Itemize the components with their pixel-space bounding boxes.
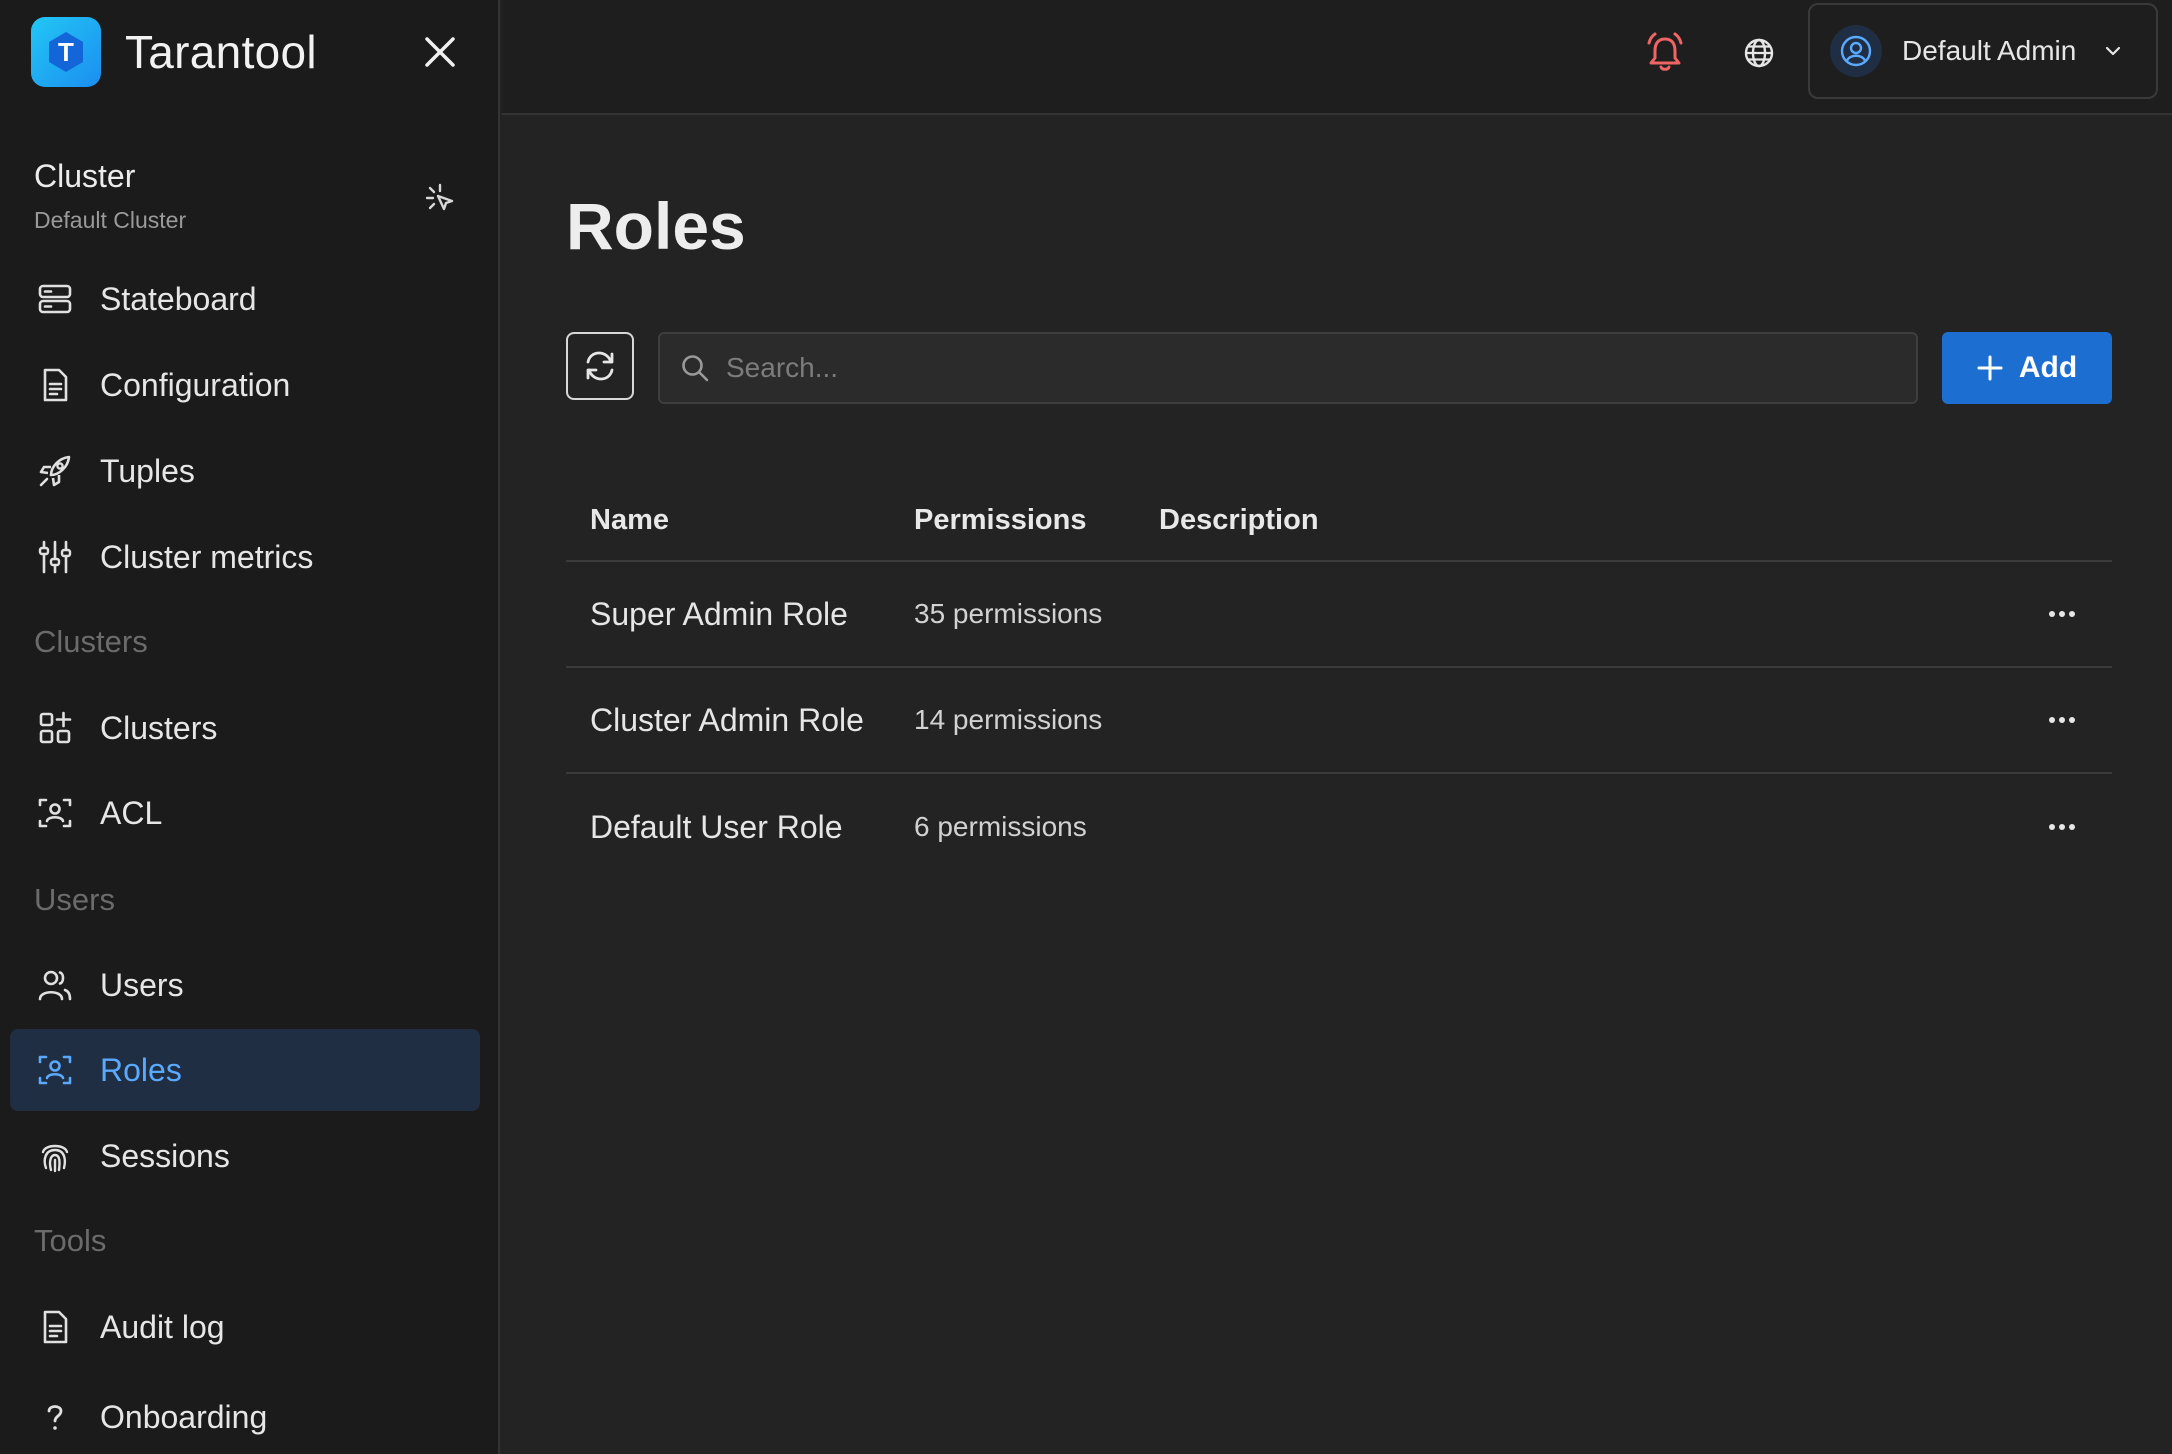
cluster-selector[interactable]: Cluster Default Cluster — [34, 158, 464, 234]
search-icon — [682, 355, 709, 382]
avatar — [1830, 25, 1882, 77]
user-scan-icon — [36, 794, 74, 832]
cluster-name: Default Cluster — [34, 207, 187, 233]
sidebar-item-acl[interactable]: ACL — [10, 772, 480, 854]
row-actions-button[interactable] — [2040, 805, 2084, 849]
sidebar-item-cluster-metrics[interactable]: Cluster metrics — [10, 516, 480, 598]
role-permissions: 14 permissions — [914, 704, 1103, 735]
sidebar-item-label: Audit log — [100, 1308, 225, 1345]
globe-icon — [1744, 38, 1774, 68]
brand-name: Tarantool — [125, 26, 317, 78]
sidebar-item-tuples[interactable]: Tuples — [10, 430, 480, 512]
role-name: Super Admin Role — [590, 595, 848, 632]
more-horizontal-icon — [2049, 717, 2075, 723]
role-permissions: 6 permissions — [914, 811, 1087, 842]
page-title: Roles — [566, 189, 746, 263]
language-button[interactable] — [1739, 33, 1779, 73]
plus-icon — [1977, 355, 2003, 381]
close-icon — [425, 37, 455, 67]
sidebar-item-label: ACL — [100, 794, 163, 831]
role-permissions: 35 permissions — [914, 598, 1103, 629]
sidebar-item-configuration[interactable]: Configuration — [10, 344, 480, 426]
sidebar-item-label: Onboarding — [100, 1398, 268, 1435]
user-menu[interactable]: Default Admin — [1808, 3, 2158, 99]
roles-table: Name Permissions Description Super Admin… — [566, 480, 2112, 880]
top-header: Default Admin — [502, 0, 2172, 115]
sidebar-item-label: Sessions — [100, 1137, 230, 1174]
cursor-click-icon — [425, 183, 454, 211]
svg-text:T: T — [58, 37, 74, 67]
more-horizontal-icon — [2049, 611, 2075, 617]
fingerprint-icon — [36, 1137, 74, 1175]
rocket-icon — [36, 452, 74, 490]
sidebar-item-sessions[interactable]: Sessions — [10, 1115, 480, 1197]
search-input[interactable] — [726, 338, 1916, 398]
document-icon — [36, 1308, 74, 1346]
refresh-button[interactable] — [566, 332, 634, 400]
grid-plus-icon — [36, 709, 74, 747]
sidebar: T Tarantool Cluster Default Cluster Stat… — [0, 0, 500, 1454]
document-icon — [36, 366, 74, 404]
table-row[interactable]: Default User Role 6 permissions — [566, 774, 2112, 880]
sidebar-item-stateboard[interactable]: Stateboard — [10, 258, 480, 340]
users-icon — [36, 966, 74, 1004]
section-label-clusters: Clusters — [34, 624, 148, 659]
cluster-title: Cluster — [34, 158, 136, 194]
row-actions-button[interactable] — [2040, 592, 2084, 636]
table-row[interactable]: Super Admin Role 35 permissions — [566, 562, 2112, 668]
bell-alert-icon — [1647, 32, 1683, 71]
chevron-down-icon — [2104, 42, 2122, 60]
sidebar-item-onboarding[interactable]: Onboarding — [10, 1376, 480, 1454]
brand[interactable]: T Tarantool — [31, 17, 317, 87]
add-button-label: Add — [2018, 351, 2078, 384]
sidebar-item-label: Roles — [100, 1051, 182, 1088]
column-header-description[interactable]: Description — [1159, 504, 1319, 537]
row-actions-button[interactable] — [2040, 698, 2084, 742]
search-box — [658, 332, 1918, 404]
column-header-name[interactable]: Name — [590, 504, 669, 537]
sidebar-item-label: Cluster metrics — [100, 538, 314, 575]
user-circle-icon — [1840, 35, 1872, 67]
more-horizontal-icon — [2049, 824, 2075, 830]
sidebar-item-label: Tuples — [100, 452, 195, 489]
add-role-button[interactable]: Add — [1942, 332, 2112, 404]
refresh-icon — [586, 351, 614, 381]
user-scan-icon — [36, 1051, 74, 1089]
sidebar-item-roles[interactable]: Roles — [10, 1029, 480, 1111]
table-header: Name Permissions Description — [566, 480, 2112, 562]
role-name: Cluster Admin Role — [590, 701, 864, 738]
server-icon — [36, 280, 74, 318]
sidebar-item-users[interactable]: Users — [10, 944, 480, 1026]
sidebar-item-label: Clusters — [100, 709, 218, 746]
table-row[interactable]: Cluster Admin Role 14 permissions — [566, 668, 2112, 774]
sidebar-item-clusters[interactable]: Clusters — [10, 687, 480, 769]
user-name: Default Admin — [1902, 35, 2077, 66]
sidebar-item-label: Users — [100, 966, 184, 1003]
sliders-icon — [36, 538, 74, 576]
tarantool-logo-icon: T — [31, 17, 101, 87]
role-name: Default User Role — [590, 808, 843, 845]
sidebar-item-label: Stateboard — [100, 280, 257, 317]
column-header-permissions[interactable]: Permissions — [914, 504, 1086, 537]
notifications-button[interactable] — [1642, 30, 1688, 76]
close-sidebar-button[interactable] — [420, 32, 460, 72]
sidebar-item-label: Configuration — [100, 366, 291, 403]
cluster-switch-button[interactable] — [420, 178, 460, 218]
sidebar-item-audit-log[interactable]: Audit log — [10, 1286, 480, 1368]
question-icon — [36, 1398, 74, 1436]
section-label-tools: Tools — [34, 1223, 107, 1258]
section-label-users: Users — [34, 882, 115, 917]
